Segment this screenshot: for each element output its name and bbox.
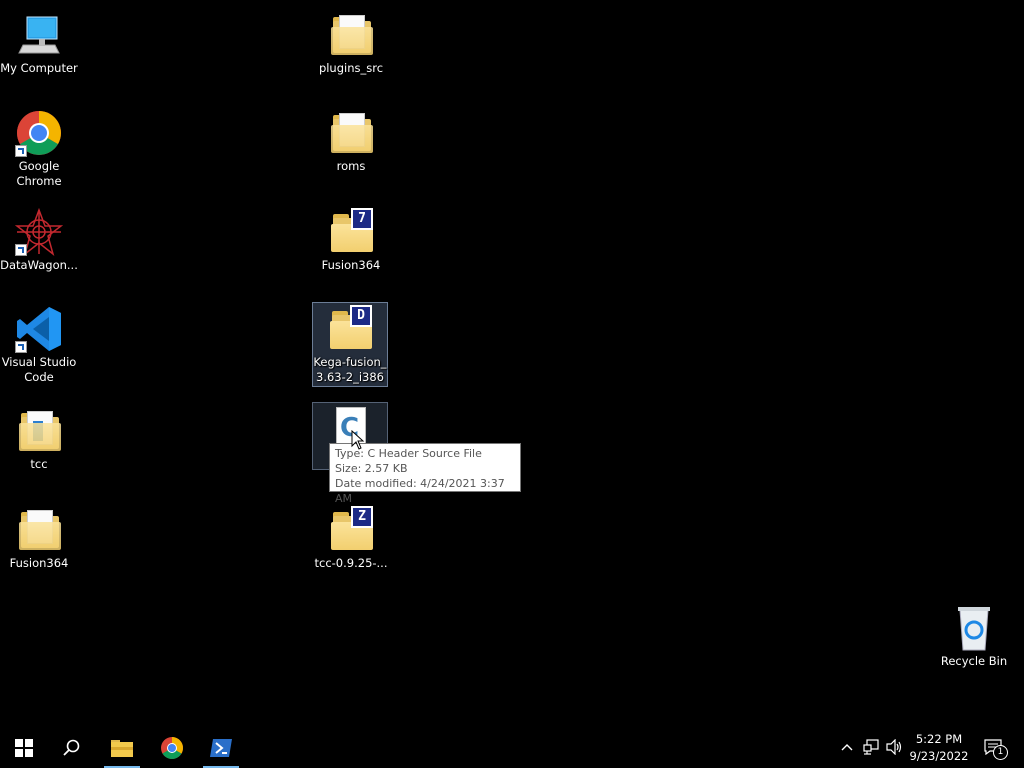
powershell-icon bbox=[210, 739, 232, 757]
visual-studio-code-item[interactable]: Visual Studio Code bbox=[1, 302, 77, 386]
shortcut-arrow-icon bbox=[15, 145, 27, 157]
visual-studio-code-label: Visual Studio Code bbox=[1, 355, 77, 384]
action-center-button[interactable]: 1 bbox=[982, 738, 1008, 760]
fusion364-label-mid: Fusion364 bbox=[321, 258, 381, 272]
vscode-icon bbox=[15, 305, 63, 353]
shortcut-arrow-icon bbox=[15, 341, 27, 353]
plugins-src-folder-item[interactable]: plugins_src bbox=[313, 8, 389, 77]
tooltip-size: Size: 2.57 KB bbox=[335, 462, 408, 475]
kega-fusion-label: Kega-fusion_ 3.63-2_i386 bbox=[313, 355, 387, 384]
chrome-icon bbox=[161, 737, 183, 759]
tooltip-date: Date modified: 4/24/2021 3:37 AM bbox=[335, 477, 505, 505]
shortcut-arrow-icon bbox=[15, 244, 27, 256]
datawagon-label: DataWagon... bbox=[0, 258, 78, 272]
recycle-bin-label: Recycle Bin bbox=[940, 654, 1008, 668]
windows-logo-icon bbox=[15, 739, 33, 757]
archive-badge: D bbox=[350, 305, 372, 327]
recycle-bin-icon bbox=[950, 604, 998, 652]
plugins-src-label: plugins_src bbox=[318, 61, 384, 75]
folder-icon bbox=[327, 11, 375, 59]
taskbar: 5:22 PM 9/23/2022 1 bbox=[0, 728, 1024, 768]
roms-folder-item[interactable]: roms bbox=[313, 106, 389, 175]
volume-button[interactable] bbox=[886, 738, 904, 756]
desktop[interactable]: My Computer Google Chrome DataWagon... V… bbox=[0, 0, 1024, 728]
datawagon-item[interactable]: DataWagon... bbox=[0, 205, 78, 274]
archive-folder-icon: D bbox=[326, 305, 374, 353]
clock-time: 5:22 PM bbox=[915, 732, 963, 746]
search-icon bbox=[63, 739, 80, 756]
google-chrome-label: Google Chrome bbox=[16, 159, 62, 188]
show-hidden-icons-button[interactable] bbox=[838, 738, 856, 756]
tcc-folder-item[interactable]: tcc bbox=[1, 404, 77, 473]
roms-label: roms bbox=[336, 159, 366, 173]
archive-badge: Z bbox=[351, 506, 373, 528]
tcc-archive-label: tcc-0.9.25-... bbox=[314, 556, 388, 570]
folder-icon bbox=[15, 506, 63, 554]
kega-fusion-archive-item[interactable]: D Kega-fusion_ 3.63-2_i386 bbox=[312, 302, 388, 387]
chrome-icon bbox=[15, 109, 63, 157]
clock[interactable]: 5:22 PM 9/23/2022 bbox=[908, 731, 970, 765]
computer-icon bbox=[15, 11, 63, 59]
my-computer-label: My Computer bbox=[0, 61, 78, 75]
chrome-taskbar-button[interactable] bbox=[148, 728, 196, 768]
archive-badge: 7 bbox=[351, 208, 373, 230]
recycle-bin-item[interactable]: Recycle Bin bbox=[936, 601, 1012, 670]
folder-icon bbox=[327, 109, 375, 157]
tcc-archive-item[interactable]: Z tcc-0.9.25-... bbox=[313, 503, 389, 572]
start-button[interactable] bbox=[0, 728, 48, 768]
folder-icon bbox=[15, 407, 63, 455]
file-explorer-button[interactable] bbox=[98, 728, 146, 768]
notification-count-badge: 1 bbox=[993, 745, 1008, 760]
tcc-label: tcc bbox=[30, 457, 48, 471]
mouse-cursor-icon bbox=[351, 429, 365, 454]
datawagon-star-icon bbox=[14, 207, 64, 257]
clock-date: 9/23/2022 bbox=[909, 749, 969, 763]
my-computer-icon-item[interactable]: My Computer bbox=[0, 8, 78, 77]
powershell-button[interactable] bbox=[197, 728, 245, 768]
file-explorer-icon bbox=[111, 740, 133, 757]
network-button[interactable] bbox=[862, 738, 880, 756]
archive-folder-icon: Z bbox=[327, 506, 375, 554]
archive-folder-icon: 7 bbox=[327, 208, 375, 256]
speaker-icon bbox=[886, 739, 902, 755]
google-chrome-item[interactable]: Google Chrome bbox=[1, 106, 77, 190]
fusion364-label-left: Fusion364 bbox=[9, 556, 69, 570]
search-button[interactable] bbox=[48, 728, 96, 768]
network-icon bbox=[863, 739, 879, 755]
fusion364-archive-item[interactable]: 7 Fusion364 bbox=[313, 205, 389, 274]
fusion364-folder-item-left[interactable]: Fusion364 bbox=[1, 503, 77, 572]
chevron-up-icon bbox=[841, 744, 853, 751]
